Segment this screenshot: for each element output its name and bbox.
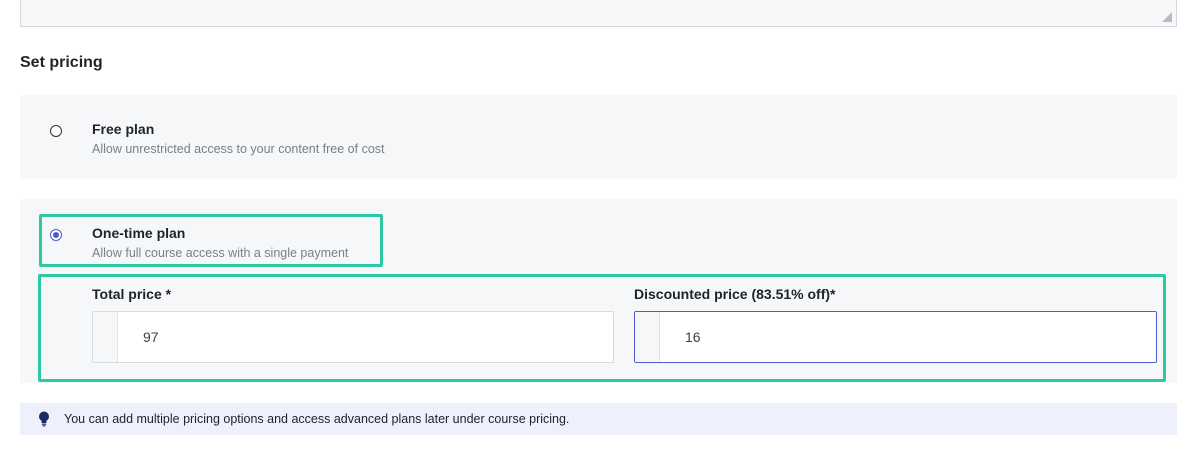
info-text: You can add multiple pricing options and… (64, 412, 570, 426)
plan-title: One-time plan (92, 225, 186, 241)
lightbulb-icon (39, 411, 49, 427)
plan-description: Allow unrestricted access to your conten… (92, 142, 385, 156)
description-textarea[interactable] (20, 0, 1177, 27)
plan-title: Free plan (92, 121, 155, 137)
section-title: Set pricing (20, 54, 103, 71)
discounted-price-label: Discounted price (83.51% off)* (634, 286, 836, 302)
discounted-price-value[interactable]: 16 (660, 329, 701, 345)
plan-option-free[interactable]: Free plan Allow unrestricted access to y… (20, 95, 1177, 179)
discounted-price-input[interactable]: 16 (634, 311, 1157, 363)
currency-prefix (635, 312, 660, 362)
info-banner: You can add multiple pricing options and… (20, 403, 1177, 435)
total-price-value[interactable]: 97 (118, 329, 159, 345)
total-price-input[interactable]: 97 (92, 311, 614, 363)
one-time-plan-radio[interactable] (50, 229, 62, 241)
plan-description: Allow full course access with a single p… (92, 246, 349, 260)
free-plan-radio[interactable] (50, 125, 62, 137)
total-price-label: Total price * (92, 286, 172, 302)
plan-option-one-time[interactable]: One-time plan Allow full course access w… (20, 199, 1177, 383)
resize-grip-icon[interactable] (1162, 12, 1172, 22)
currency-prefix (93, 312, 118, 362)
